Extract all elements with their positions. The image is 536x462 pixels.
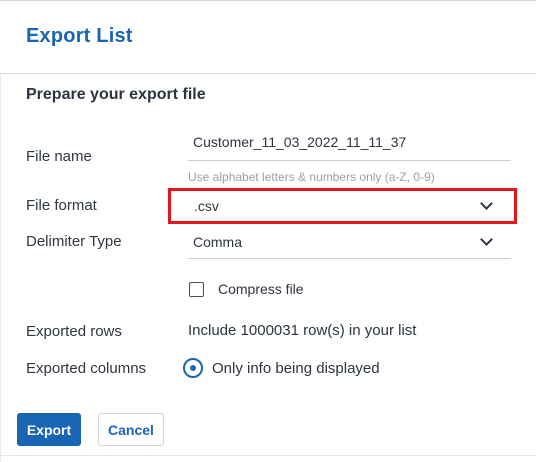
only-info-displayed-radio[interactable] xyxy=(183,358,203,378)
export-button[interactable]: Export xyxy=(17,413,81,446)
cancel-button[interactable]: Cancel xyxy=(98,413,164,446)
delimiter-type-select[interactable]: Comma xyxy=(188,226,511,258)
file-name-hint: Use alphabet letters & numbers only (a-Z… xyxy=(188,170,435,184)
file-name-label: File name xyxy=(26,148,92,165)
compress-file-label: Compress file xyxy=(218,281,304,297)
dialog-header: Export List xyxy=(0,1,536,73)
only-info-displayed-label: Only info being displayed xyxy=(212,360,380,377)
file-format-label: File format xyxy=(26,197,97,214)
chevron-down-icon xyxy=(480,233,493,246)
delimiter-type-value: Comma xyxy=(193,234,243,250)
delimiter-type-label: Delimiter Type xyxy=(26,233,122,250)
file-name-underline xyxy=(188,160,511,161)
exported-rows-value: Include 1000031 row(s) in your list xyxy=(188,322,417,339)
header-divider xyxy=(0,73,536,74)
compress-file-checkbox[interactable] xyxy=(189,282,204,297)
dialog-title: Export List xyxy=(26,25,133,47)
bottom-border xyxy=(0,455,536,456)
file-format-highlight-box xyxy=(168,188,517,224)
delimiter-type-underline xyxy=(188,258,511,259)
exported-columns-label: Exported columns xyxy=(26,360,147,377)
section-title: Prepare your export file xyxy=(26,86,206,103)
radio-selected-icon xyxy=(190,365,196,371)
exported-rows-label: Exported rows xyxy=(26,323,122,340)
file-name-input[interactable]: Customer_11_03_2022_11_11_37 xyxy=(193,134,406,150)
